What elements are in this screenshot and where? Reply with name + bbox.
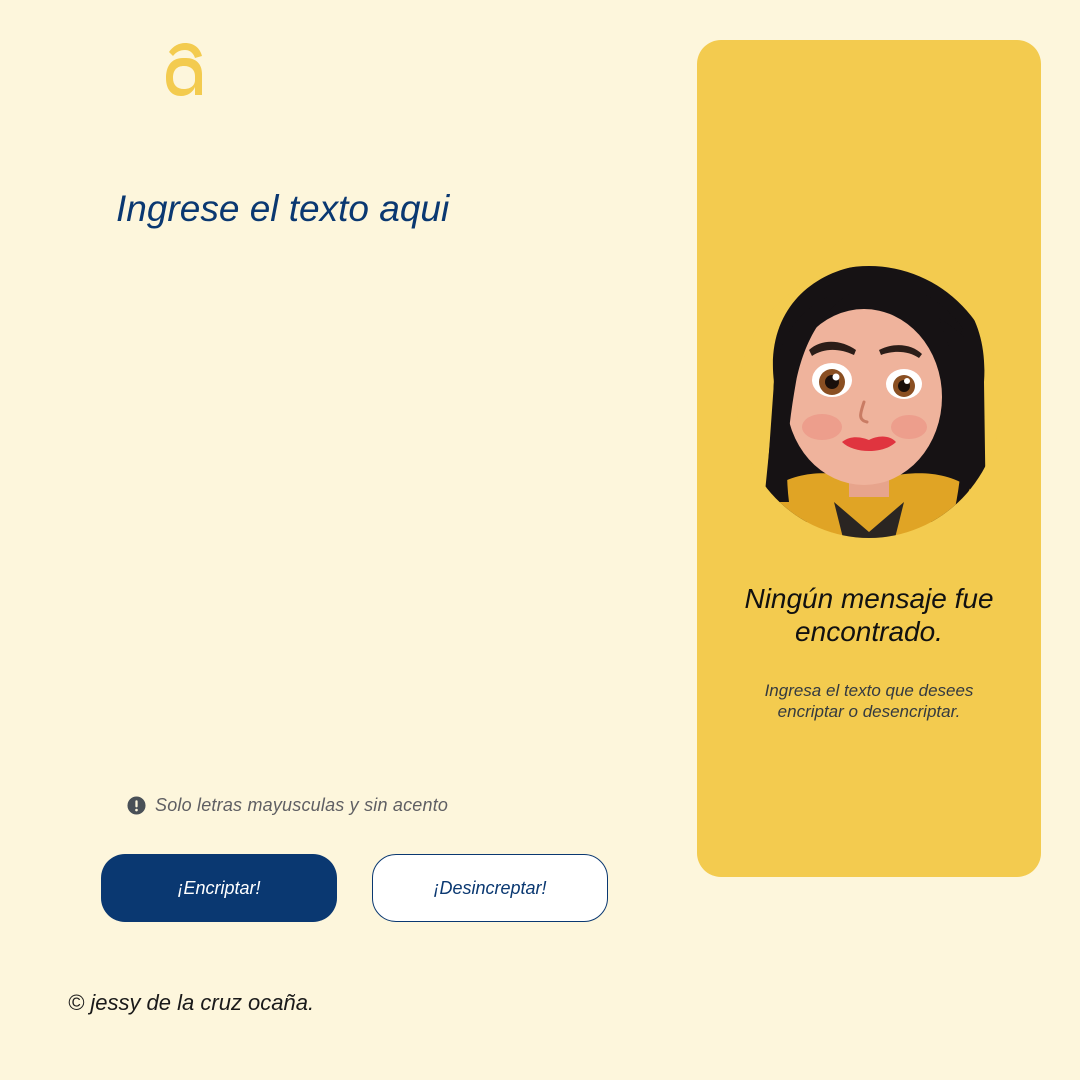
girl-avatar-illustration (737, 266, 1001, 538)
output-panel: Ningún mensaje fue encontrado. Ingresa e… (697, 40, 1041, 877)
footer-copyright: © jessy de la cruz ocaña. (68, 990, 315, 1015)
input-hint: Solo letras mayusculas y sin acento (127, 795, 448, 816)
exclamation-circle-icon (127, 796, 146, 815)
empty-state-title: Ningún mensaje fue encontrado. (744, 583, 994, 647)
empty-state-subtitle: Ingresa el texto que desees encriptar o … (764, 681, 974, 721)
decrypt-button[interactable]: ¡Desincreptar! (372, 854, 608, 922)
alura-logo-icon[interactable] (160, 38, 206, 100)
encrypt-button[interactable]: ¡Encriptar! (101, 854, 337, 922)
message-text-input[interactable] (116, 188, 636, 748)
hint-text: Solo letras mayusculas y sin acento (155, 795, 449, 815)
